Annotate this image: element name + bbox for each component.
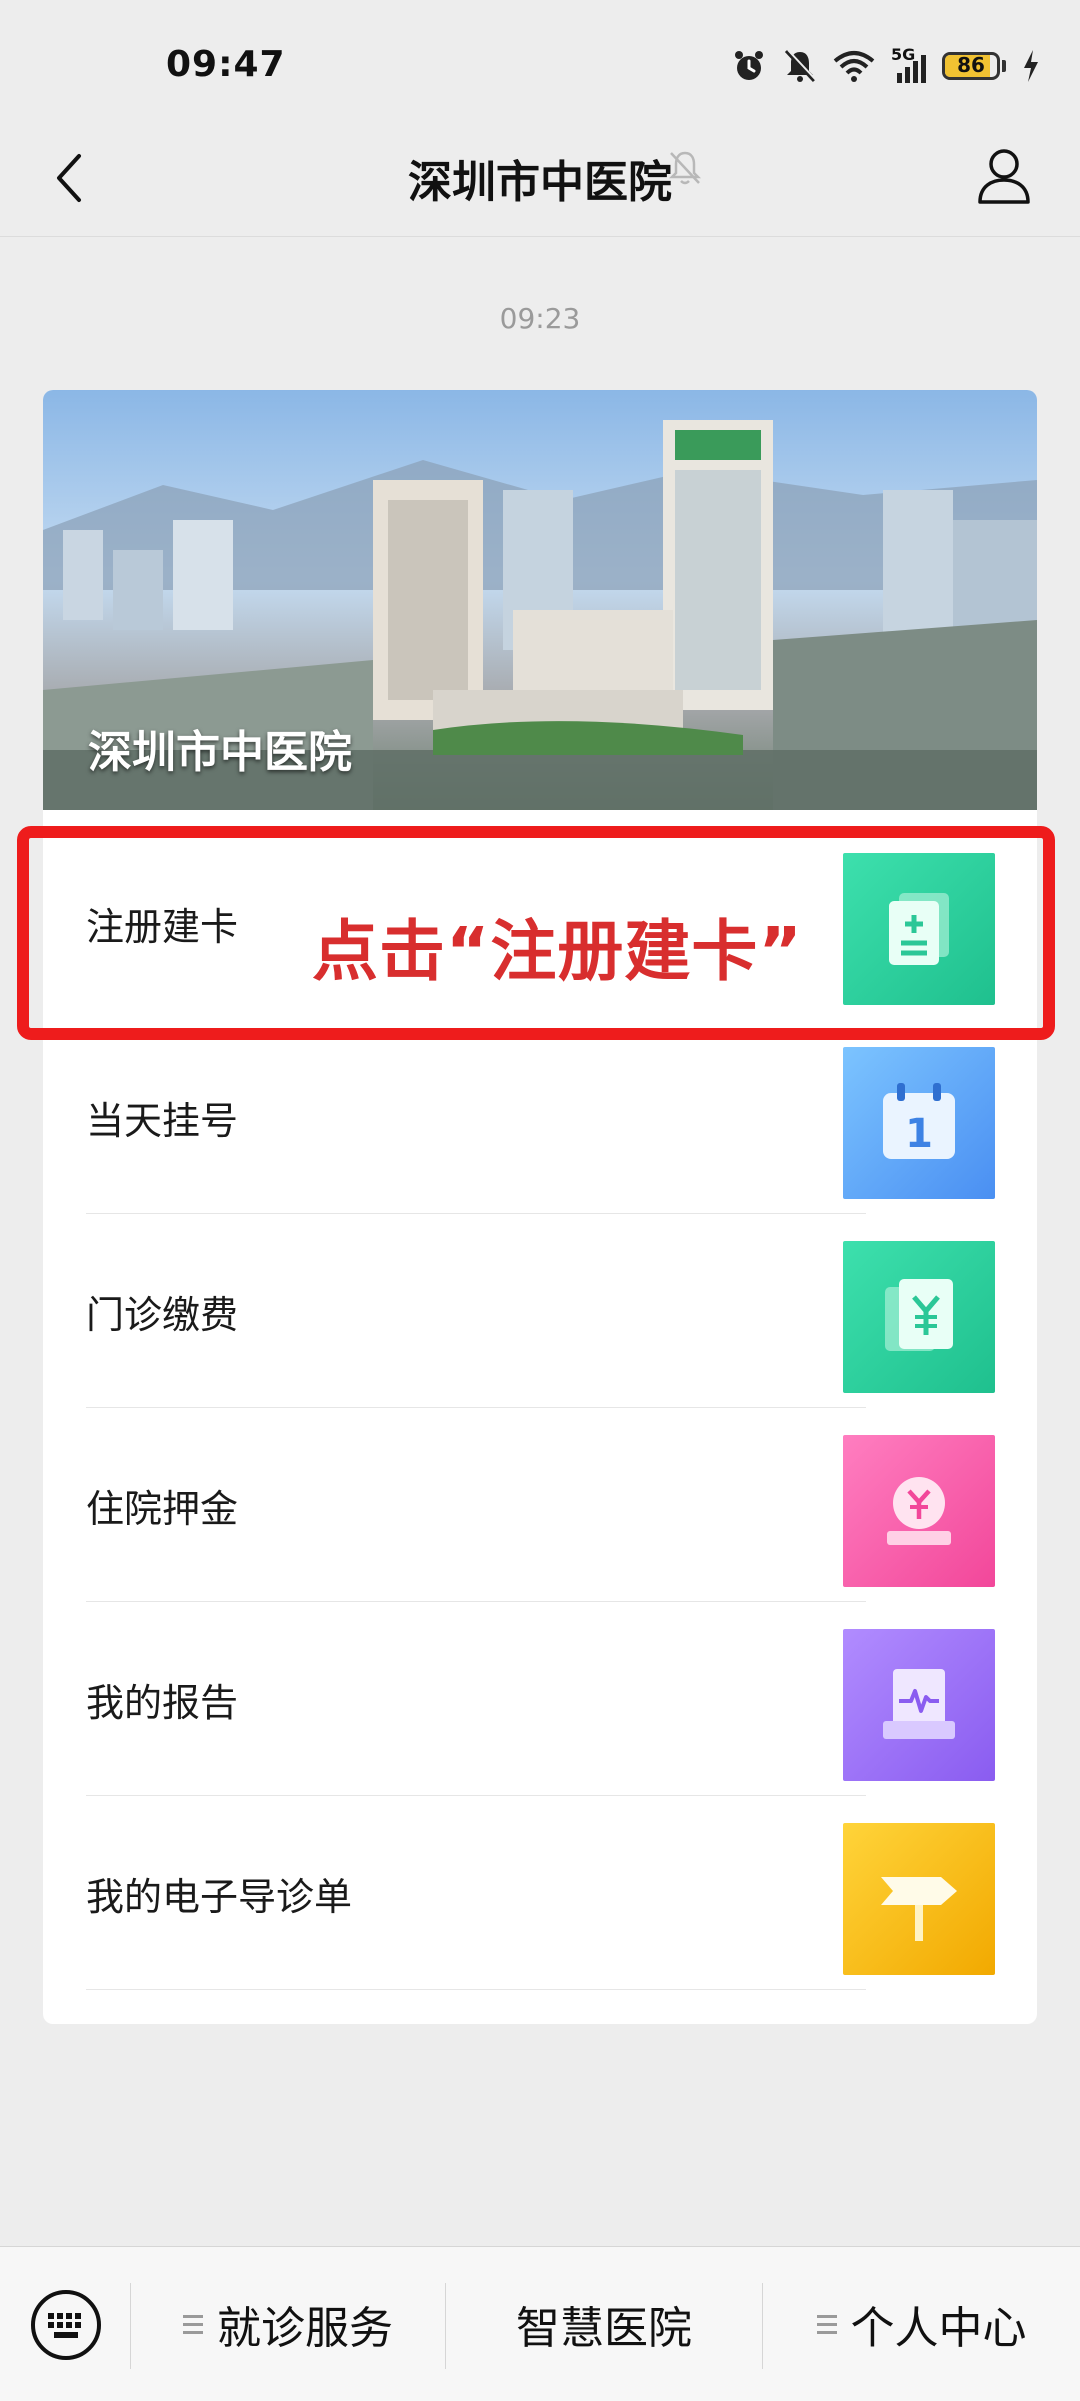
wifi-icon (833, 51, 875, 82)
menu-item-outpatient-payment[interactable]: 门诊缴费 (43, 1214, 1037, 1408)
menu-tab-medical-services[interactable]: 就诊服务 (131, 2247, 445, 2401)
hospital-banner[interactable]: 深圳市中医院 (43, 390, 1037, 810)
menu-item-label: 门诊缴费 (86, 1292, 239, 1337)
calendar-icon: 1 (843, 1047, 995, 1199)
menu-lines-icon (183, 2310, 203, 2339)
menu-tab-smart-hospital[interactable]: 智慧医院 (446, 2247, 762, 2401)
nav-bar: 深圳市中医院 (0, 120, 1080, 237)
charging-icon (1024, 50, 1038, 82)
cellular-signal-icon: 5G (891, 47, 926, 83)
keyboard-toggle-button[interactable] (30, 2289, 102, 2361)
menu-item-my-reports[interactable]: 我的报告 (43, 1602, 1037, 1796)
banner-title: 深圳市中医院 (88, 727, 352, 778)
mute-notification-icon (668, 151, 702, 185)
mute-bell-icon (784, 49, 817, 83)
menu-tab-personal-center[interactable]: 个人中心 (763, 2247, 1080, 2401)
bottom-menu-bar: 就诊服务 智慧医院 个人中心 (0, 2246, 1080, 2401)
signpost-icon (843, 1823, 995, 1975)
profile-button[interactable] (972, 144, 1036, 208)
report-icon (843, 1629, 995, 1781)
status-bar: 09:47 5G 86 (0, 0, 1080, 130)
alarm-icon (735, 51, 763, 80)
message-timestamp: 09:23 (499, 302, 581, 335)
menu-item-same-day-registration[interactable]: 当天挂号 1 (43, 1020, 1037, 1214)
menu-item-hospitalization-deposit[interactable]: 住院押金 (43, 1408, 1037, 1602)
payment-icon (843, 1241, 995, 1393)
menu-item-label: 我的报告 (86, 1680, 239, 1725)
menu-item-electronic-guide[interactable]: 我的电子导诊单 (43, 1796, 1037, 1990)
menu-item-label: 住院押金 (86, 1486, 239, 1531)
page-title: 深圳市中医院 (408, 157, 672, 208)
annotation-text: 点击“注册建卡” (312, 913, 803, 990)
keyboard-icon (31, 2290, 101, 2360)
menu-item-label: 我的电子导诊单 (86, 1874, 353, 1919)
menu-lines-icon (816, 2310, 837, 2339)
status-time: 09:47 (166, 44, 286, 85)
menu-item-label: 当天挂号 (86, 1098, 239, 1143)
deposit-icon (843, 1435, 995, 1587)
svg-text:1: 1 (905, 1111, 933, 1157)
person-icon (978, 149, 1030, 204)
battery-icon: 86 (942, 52, 1006, 80)
menu-card: 深圳市中医院 注册建卡 当天挂号 1 门诊缴费 住院押金 我的报告 我的电子导诊… (43, 390, 1037, 2024)
status-icons: 5G 86 (731, 46, 1040, 86)
